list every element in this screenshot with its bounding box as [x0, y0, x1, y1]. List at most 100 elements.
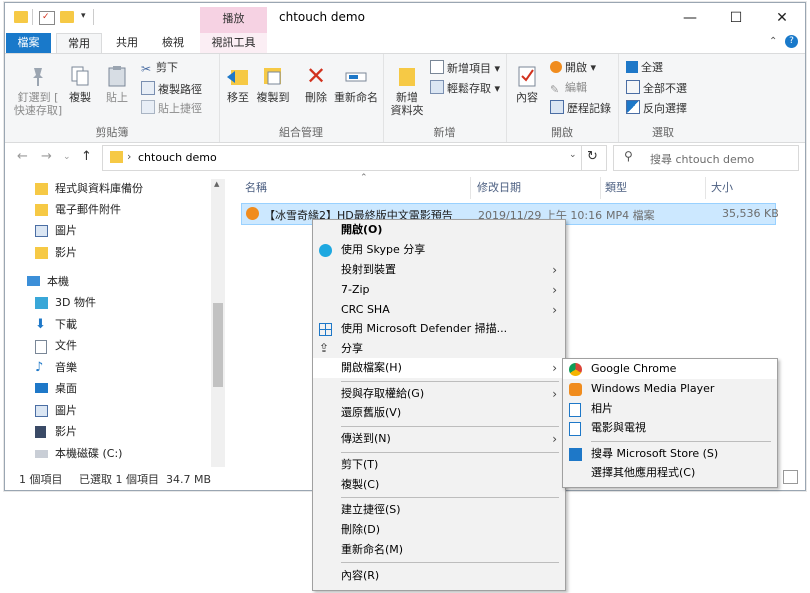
up-arrow-icon[interactable]: ↑ — [81, 149, 92, 164]
copy-button[interactable]: 複製 — [65, 64, 95, 104]
ribbon-tabs: 檔案 常用 共用 檢視 視訊工具 ⌃ ? — [5, 33, 805, 54]
copy-to-button[interactable]: 複製到 — [255, 64, 291, 104]
menu-item-restore-versions[interactable]: 還原舊版(V) — [313, 403, 565, 423]
menu-item-give-access[interactable]: 授與存取權給(G) › — [313, 384, 565, 404]
tab-video-tools[interactable]: 視訊工具 — [200, 33, 267, 53]
menu-item-open[interactable]: 開啟(O) — [313, 220, 565, 240]
search-icon: ⚲ — [624, 149, 633, 163]
help-icon[interactable]: ? — [785, 35, 798, 48]
menu-item-create-shortcut[interactable]: 建立捷徑(S) — [313, 500, 565, 520]
refresh-icon[interactable]: ↻ — [587, 149, 598, 164]
nav-item-pictures-2[interactable]: 圖片 — [35, 401, 77, 421]
nav-scrollbar[interactable]: ▲ — [211, 179, 225, 467]
nav-item-videos-2[interactable]: 影片 — [35, 422, 77, 442]
open-with-store-search[interactable]: 搜尋 Microsoft Store (S) — [563, 444, 777, 464]
search-box[interactable]: ⚲ 搜尋 chtouch demo — [613, 145, 799, 171]
new-folder-icon[interactable] — [60, 11, 74, 23]
open-with-media-player[interactable]: Windows Media Player — [563, 379, 777, 399]
edit-button[interactable]: ✎ 編輯 — [550, 80, 587, 96]
address-dropdown-icon[interactable]: ⌄ — [569, 150, 577, 160]
nav-item-this-pc[interactable]: 本機 — [27, 272, 69, 292]
search-input[interactable]: 搜尋 chtouch demo — [650, 151, 754, 167]
properties-check-icon[interactable]: ✓ — [39, 11, 55, 25]
close-button[interactable]: ✕ — [759, 3, 805, 33]
open-with-movies-tv[interactable]: 電影與電視 — [563, 418, 777, 438]
nav-item-desktop[interactable]: 桌面 — [35, 379, 77, 399]
nav-item-downloads[interactable]: ⬇ 下載 — [35, 315, 77, 335]
recent-locations-chevron-icon[interactable]: ⌄ — [63, 152, 71, 162]
customize-quick-access-icon[interactable]: ▾ — [81, 11, 86, 21]
delete-label: 刪除 — [305, 91, 327, 104]
address-bar[interactable]: › chtouch demo ⌄ ↻ — [102, 145, 607, 171]
photos-icon — [569, 403, 581, 417]
breadcrumb-separator-icon[interactable]: › — [127, 150, 131, 163]
cut-button[interactable]: ✂ 剪下 — [141, 60, 178, 76]
paste-shortcut-button[interactable]: 貼上捷徑 — [141, 100, 202, 116]
ribbon: 釘選到 [ 快速存取] 複製 貼上 ✂ 剪下 複製路徑 貼上捷徑 剪貼簿 移至 — [5, 53, 805, 143]
folder-icon[interactable] — [14, 11, 28, 23]
menu-item-7zip[interactable]: 7-Zip › — [313, 280, 565, 300]
menu-item-open-with[interactable]: 開啟檔案(H) › — [313, 358, 565, 378]
paste-button[interactable]: 貼上 — [102, 64, 132, 104]
column-name[interactable]: 名稱 — [245, 177, 267, 199]
menu-item-properties[interactable]: 內容(R) — [313, 566, 565, 586]
open-with-chrome[interactable]: Google Chrome — [563, 359, 777, 379]
breadcrumb[interactable]: chtouch demo — [138, 151, 217, 164]
menu-item-label: 搜尋 Microsoft Store (S) — [591, 447, 719, 460]
menu-item-label: 相片 — [591, 402, 613, 415]
select-all-button[interactable]: 全選 — [626, 60, 663, 76]
nav-item-3d-objects[interactable]: 3D 物件 — [35, 293, 96, 313]
nav-item-documents[interactable]: 文件 — [35, 336, 77, 356]
tab-home[interactable]: 常用 — [56, 33, 102, 54]
menu-item-cut[interactable]: 剪下(T) — [313, 455, 565, 475]
back-arrow-icon[interactable]: ← — [17, 149, 28, 164]
invert-selection-button[interactable]: 反向選擇 — [626, 100, 687, 116]
column-type[interactable]: 類型 — [605, 177, 627, 199]
select-none-button[interactable]: 全部不選 — [626, 80, 687, 96]
easy-access-button[interactable]: 輕鬆存取 ▾ — [430, 80, 500, 96]
collapse-ribbon-icon[interactable]: ⌃ — [769, 36, 777, 47]
open-button[interactable]: 開啟 ▾ — [550, 60, 596, 76]
move-to-button[interactable]: 移至 — [223, 64, 253, 104]
pin-quick-access-button[interactable]: 釘選到 [ 快速存取] — [13, 64, 63, 117]
rename-button[interactable]: 重新命名 — [332, 64, 380, 104]
history-button[interactable]: 歷程記錄 — [550, 100, 611, 116]
delete-button[interactable]: ✕ 刪除 — [301, 64, 331, 104]
nav-item-email-attachments[interactable]: 電子郵件附件 — [35, 200, 121, 220]
menu-item-send-to[interactable]: 傳送到(N) › — [313, 429, 565, 449]
menu-item-defender-scan[interactable]: 使用 Microsoft Defender 掃描... — [313, 319, 565, 339]
nav-item-backup[interactable]: 程式與資料庫備份 — [35, 179, 143, 199]
maximize-button[interactable]: ☐ — [713, 3, 759, 33]
context-menu: 開啟(O) 使用 Skype 分享 投射到裝置 › 7-Zip › CRC SHA ›… — [312, 219, 566, 591]
forward-arrow-icon[interactable]: → — [41, 149, 52, 164]
menu-item-copy[interactable]: 複製(C) — [313, 475, 565, 495]
copy-path-button[interactable]: 複製路徑 — [141, 81, 202, 97]
scrollbar-thumb[interactable] — [213, 303, 223, 387]
large-icons-view-icon[interactable] — [783, 470, 798, 484]
tab-file[interactable]: 檔案 — [6, 33, 51, 53]
nav-item-videos[interactable]: 影片 — [35, 243, 77, 263]
minimize-button[interactable]: — — [667, 3, 713, 33]
new-item-button[interactable]: 新增項目 ▾ — [430, 60, 500, 76]
tab-share[interactable]: 共用 — [105, 33, 149, 53]
edit-pencil-icon: ✎ — [550, 83, 560, 96]
column-size[interactable]: 大小 — [711, 177, 733, 199]
menu-item-rename[interactable]: 重新命名(M) — [313, 540, 565, 560]
menu-item-share[interactable]: ⇪ 分享 — [313, 339, 565, 359]
new-folder-button[interactable]: 新增 資料夾 — [389, 64, 425, 117]
skype-icon — [319, 244, 332, 257]
open-with-choose-app[interactable]: 選擇其他應用程式(C) — [563, 463, 777, 483]
open-with-photos[interactable]: 相片 — [563, 399, 777, 419]
nav-item-pictures[interactable]: 圖片 — [35, 221, 77, 241]
nav-item-music[interactable]: ♪ 音樂 — [35, 358, 77, 378]
menu-item-cast[interactable]: 投射到裝置 › — [313, 260, 565, 280]
menu-item-skype-share[interactable]: 使用 Skype 分享 — [313, 240, 565, 260]
menu-item-delete[interactable]: 刪除(D) — [313, 520, 565, 540]
menu-item-crc-sha[interactable]: CRC SHA › — [313, 300, 565, 320]
scroll-up-icon[interactable]: ▲ — [214, 180, 219, 188]
nav-item-local-disk[interactable]: 本機磁碟 (C:) — [35, 444, 122, 464]
column-modified[interactable]: 修改日期 — [477, 177, 521, 199]
menu-item-label: 分享 — [341, 342, 363, 355]
tab-view[interactable]: 檢視 — [151, 33, 195, 53]
properties-button[interactable]: 內容 — [512, 64, 542, 104]
